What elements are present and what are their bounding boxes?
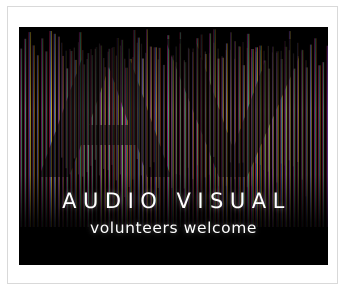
poster-subtitle: volunteers welcome [89,219,258,237]
poster-title: AUDIO VISUAL [62,189,291,213]
audio-visual-poster: AUDIO VISUAL volunteers welcome [19,27,328,265]
